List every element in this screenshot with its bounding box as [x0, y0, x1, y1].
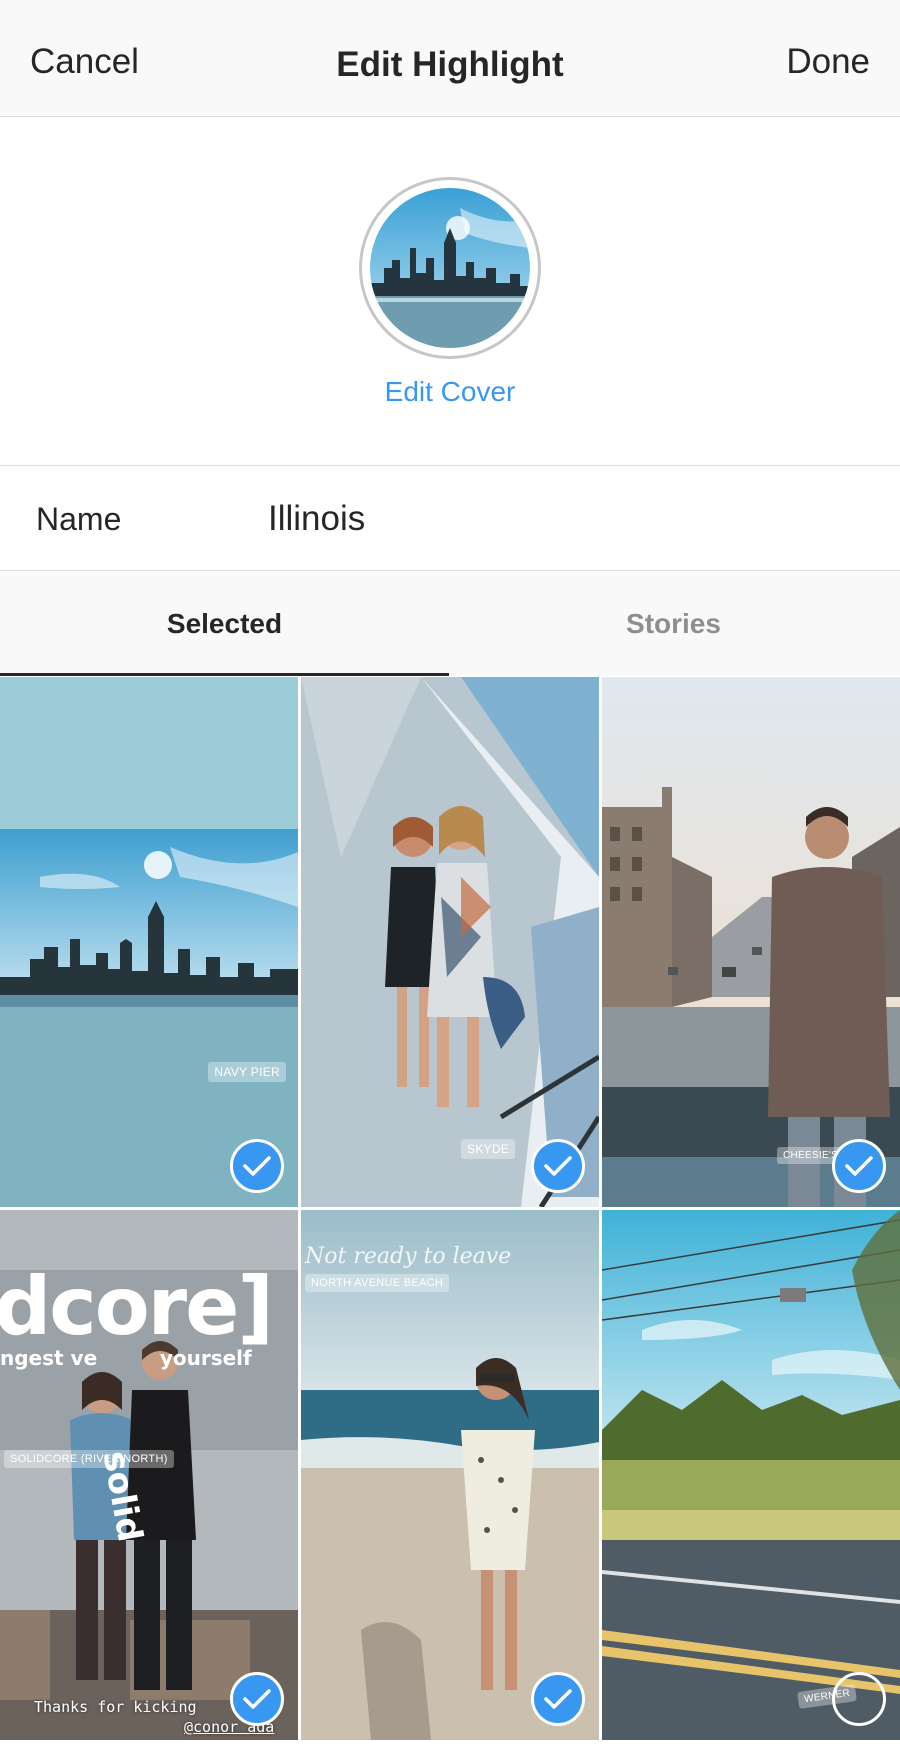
story-thumbnail[interactable]: WERNER [602, 1210, 900, 1740]
story-grid: NAVY PIER SKYDE CHEESIE'S PU dcore] nges… [0, 677, 900, 1746]
tab-bar: Selected Stories [0, 572, 900, 676]
name-label: Name [36, 501, 122, 537]
check-icon[interactable] [832, 1139, 886, 1193]
check-icon[interactable] [531, 1672, 585, 1726]
story-image [301, 677, 599, 1207]
edit-cover-link[interactable]: Edit Cover [0, 376, 900, 408]
tab-selected[interactable]: Selected [0, 572, 449, 676]
check-icon[interactable] [230, 1672, 284, 1726]
location-sticker: SOLIDCORE (RIVER NORTH) [4, 1450, 174, 1468]
story-caption: Thanks for kicking s [34, 1698, 260, 1716]
sign-text: dcore] [0, 1260, 274, 1353]
check-icon[interactable] [230, 1139, 284, 1193]
cover-image [370, 188, 530, 348]
story-script-caption: Not ready to leave [305, 1244, 512, 1269]
cover-section: Edit Cover [0, 118, 900, 466]
story-image [602, 1210, 900, 1740]
story-thumbnail[interactable]: dcore] ngest ve yourself solid SOLIDCORE… [0, 1210, 298, 1740]
name-input[interactable] [268, 491, 868, 547]
location-sticker: NORTH AVENUE BEACH [305, 1274, 450, 1292]
location-sticker: NAVY PIER [208, 1062, 286, 1082]
highlight-cover[interactable] [359, 177, 541, 359]
unchecked-circle-icon[interactable] [832, 1672, 886, 1726]
check-icon[interactable] [531, 1139, 585, 1193]
story-image [0, 677, 298, 1207]
story-thumbnail[interactable]: SKYDE [301, 677, 599, 1207]
story-image [602, 677, 900, 1207]
nav-bar: Cancel Edit Highlight Done [0, 0, 900, 117]
name-row: Name [0, 467, 900, 571]
story-thumbnail[interactable]: CHEESIE'S PU [602, 677, 900, 1207]
story-thumbnail[interactable]: Not ready to leave NORTH AVENUE BEACH [301, 1210, 599, 1740]
story-thumbnail[interactable]: NAVY PIER [0, 677, 298, 1207]
location-sticker: SKYDE [461, 1139, 516, 1159]
done-button[interactable]: Done [786, 42, 870, 82]
page-title: Edit Highlight [336, 45, 564, 84]
tab-stories[interactable]: Stories [449, 572, 898, 676]
sign-subtext: ngest ve yourself [0, 1346, 252, 1370]
